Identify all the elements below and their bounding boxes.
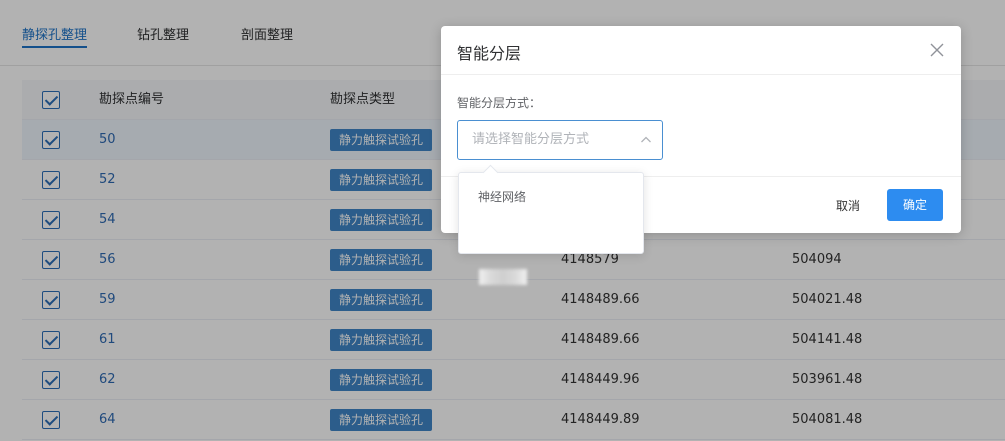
option-obscured[interactable] — [459, 216, 643, 285]
layering-method-label: 智能分层方式： — [457, 96, 542, 110]
select-placeholder: 请选择智能分层方式 — [472, 132, 590, 147]
blurred-option-text — [479, 269, 527, 285]
confirm-button[interactable]: 确定 — [887, 189, 943, 221]
dialog-title: 智能分层 — [457, 44, 522, 63]
dialog-header-divider — [441, 74, 961, 75]
layering-method-dropdown: 神经网络 — [458, 172, 644, 285]
cancel-button[interactable]: 取消 — [827, 190, 869, 222]
chevron-up-icon — [640, 134, 652, 146]
close-icon[interactable] — [927, 40, 947, 60]
layering-method-select[interactable]: 请选择智能分层方式 — [457, 120, 663, 160]
option-neural-network[interactable]: 神经网络 — [459, 180, 643, 214]
